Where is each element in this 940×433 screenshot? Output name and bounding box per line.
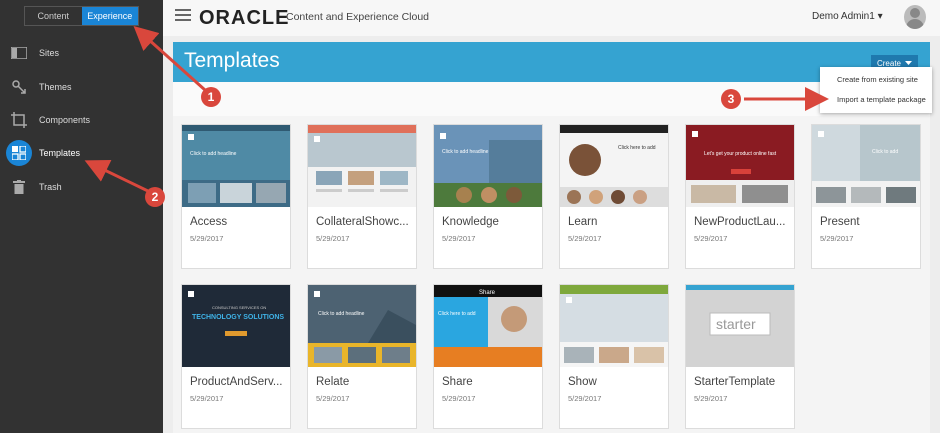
arrow-1 bbox=[133, 25, 207, 92]
callout-badge-1: 1 bbox=[201, 87, 221, 107]
callout-badge-2: 2 bbox=[145, 187, 165, 207]
callout-badge-3: 3 bbox=[721, 89, 741, 109]
arrow-2 bbox=[84, 160, 151, 194]
callout-arrows bbox=[84, 25, 829, 194]
